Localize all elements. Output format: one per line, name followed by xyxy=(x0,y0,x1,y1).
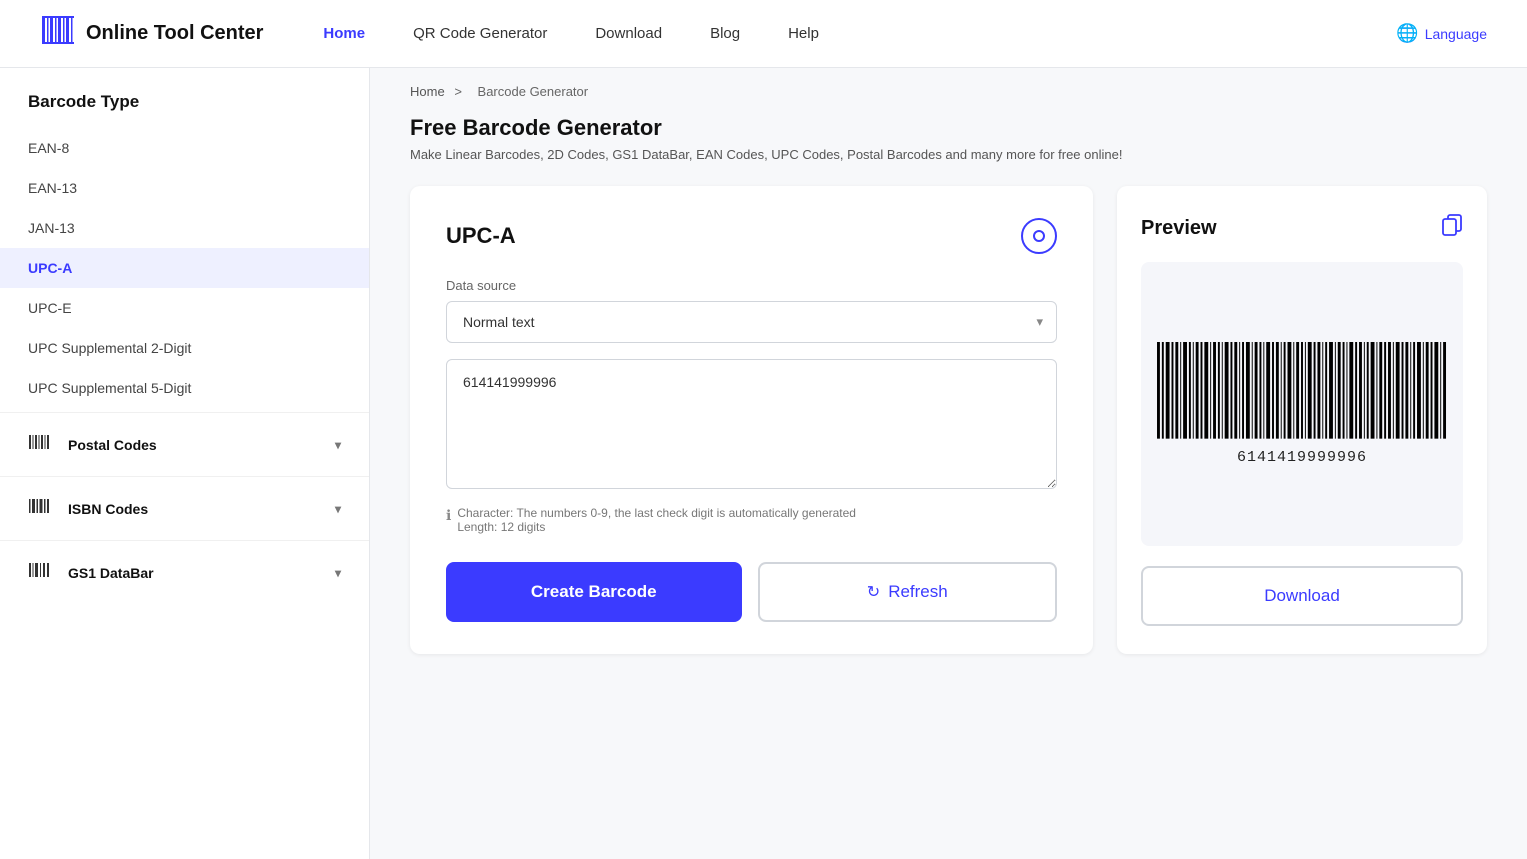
sidebar-item-upca[interactable]: UPC-A xyxy=(0,248,369,288)
language-selector[interactable]: 🌐 Language xyxy=(1396,23,1487,44)
refresh-icon: ↻ xyxy=(867,582,880,602)
sidebar-item-jan13[interactable]: JAN-13 xyxy=(0,208,369,248)
logo: Online Tool Center xyxy=(40,12,263,55)
page-title: Free Barcode Generator xyxy=(410,115,1487,141)
gs1-chevron: ▾ xyxy=(335,566,341,580)
sidebar: Barcode Type EAN-8 EAN-13 JAN-13 UPC-A U… xyxy=(0,68,370,859)
language-label: Language xyxy=(1425,26,1487,42)
nav-blog[interactable]: Blog xyxy=(710,25,740,42)
preview-title: Preview xyxy=(1141,217,1217,240)
preview-header: Preview xyxy=(1141,214,1463,242)
logo-icon xyxy=(40,12,76,55)
page-subtitle: Make Linear Barcodes, 2D Codes, GS1 Data… xyxy=(410,147,1487,162)
barcode-display: 6141419999996 xyxy=(1141,262,1463,546)
target-icon xyxy=(1021,218,1057,254)
nav-download[interactable]: Download xyxy=(595,25,662,42)
sidebar-group-isbn[interactable]: ISBN Codes ▾ xyxy=(0,481,369,536)
refresh-label: Refresh xyxy=(888,582,948,602)
data-source-select-wrap: Normal text ▾ xyxy=(446,301,1057,343)
isbn-icon xyxy=(28,495,50,522)
nav-help[interactable]: Help xyxy=(788,25,819,42)
gs1-databar-label: GS1 DataBar xyxy=(68,565,154,581)
nav-home[interactable]: Home xyxy=(323,25,365,42)
target-icon-inner xyxy=(1033,230,1045,242)
barcode-hint: ℹ Character: The numbers 0-9, the last c… xyxy=(446,506,1057,534)
data-source-label: Data source xyxy=(446,278,1057,293)
breadcrumb-home[interactable]: Home xyxy=(410,84,445,99)
header: Online Tool Center Home QR Code Generato… xyxy=(0,0,1527,68)
sidebar-item-upc2[interactable]: UPC Supplemental 2-Digit xyxy=(0,328,369,368)
barcode-value-wrap: 614141999996 xyxy=(446,359,1057,494)
main-panel: UPC-A Data source Normal text ▾ 6141419 xyxy=(410,186,1487,654)
form-card-header: UPC-A xyxy=(446,218,1057,254)
sidebar-item-upc5[interactable]: UPC Supplemental 5-Digit xyxy=(0,368,369,408)
hint-line2: Length: 12 digits xyxy=(457,520,856,534)
form-card: UPC-A Data source Normal text ▾ 6141419 xyxy=(410,186,1093,654)
hint-icon: ℹ xyxy=(446,507,451,524)
globe-icon: 🌐 xyxy=(1396,23,1418,44)
content-area: Free Barcode Generator Make Linear Barco… xyxy=(370,115,1527,694)
isbn-codes-label: ISBN Codes xyxy=(68,501,148,517)
sidebar-group-gs1[interactable]: GS1 DataBar ▾ xyxy=(0,545,369,600)
create-barcode-button[interactable]: Create Barcode xyxy=(446,562,742,622)
data-source-select[interactable]: Normal text xyxy=(446,301,1057,343)
main-content: Home > Barcode Generator Free Barcode Ge… xyxy=(370,68,1527,859)
breadcrumb-current: Barcode Generator xyxy=(478,84,589,99)
gs1-icon xyxy=(28,559,50,586)
barcode-type-title: UPC-A xyxy=(446,223,516,249)
hint-line1: Character: The numbers 0-9, the last che… xyxy=(457,506,856,520)
sidebar-divider-1 xyxy=(0,412,369,413)
postal-chevron: ▾ xyxy=(335,438,341,452)
sidebar-title: Barcode Type xyxy=(0,92,369,128)
sidebar-item-upce[interactable]: UPC-E xyxy=(0,288,369,328)
hint-content: Character: The numbers 0-9, the last che… xyxy=(457,506,856,534)
sidebar-item-ean8[interactable]: EAN-8 xyxy=(0,128,369,168)
main-nav: Home QR Code Generator Download Blog Hel… xyxy=(323,25,1396,42)
copy-icon[interactable] xyxy=(1441,214,1463,242)
nav-qr[interactable]: QR Code Generator xyxy=(413,25,547,42)
sidebar-group-postal[interactable]: Postal Codes ▾ xyxy=(0,417,369,472)
breadcrumb: Home > Barcode Generator xyxy=(370,68,1527,115)
download-button[interactable]: Download xyxy=(1141,566,1463,626)
barcode-number: 6141419999996 xyxy=(1237,449,1367,466)
barcode-image xyxy=(1157,342,1447,439)
sidebar-divider-3 xyxy=(0,540,369,541)
isbn-chevron: ▾ xyxy=(335,502,341,516)
form-buttons: Create Barcode ↻ Refresh xyxy=(446,562,1057,622)
preview-card: Preview xyxy=(1117,186,1487,654)
refresh-button[interactable]: ↻ Refresh xyxy=(758,562,1058,622)
barcode-value-input[interactable]: 614141999996 xyxy=(446,359,1057,489)
page-body: Barcode Type EAN-8 EAN-13 JAN-13 UPC-A U… xyxy=(0,68,1527,859)
sidebar-item-ean13[interactable]: EAN-13 xyxy=(0,168,369,208)
breadcrumb-separator: > xyxy=(454,84,462,99)
logo-text: Online Tool Center xyxy=(86,22,263,45)
postal-icon xyxy=(28,431,50,458)
sidebar-divider-2 xyxy=(0,476,369,477)
postal-codes-label: Postal Codes xyxy=(68,437,157,453)
